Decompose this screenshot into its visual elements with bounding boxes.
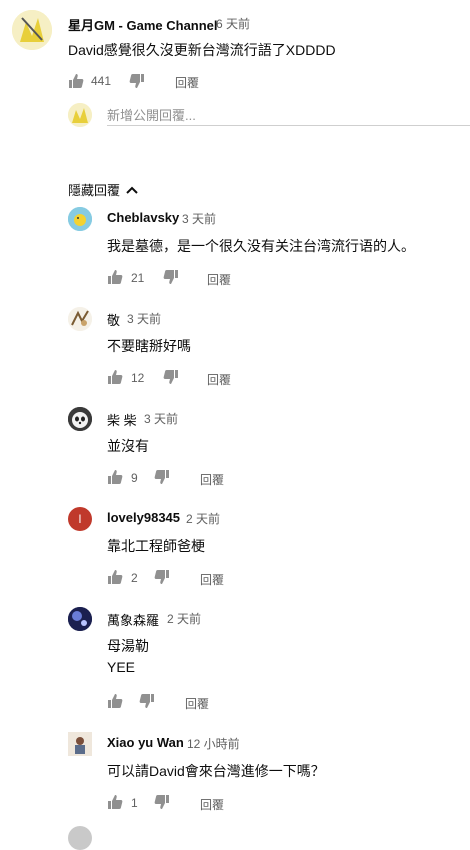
current-user-avatar (68, 103, 92, 127)
reply-like-count: 12 (131, 371, 145, 385)
main-like-count: 441 (91, 74, 112, 88)
reply-avatar[interactable] (68, 307, 92, 331)
reply-input[interactable]: 新增公開回覆... (107, 103, 470, 126)
thumbs-down-icon[interactable] (163, 369, 179, 385)
reply-button[interactable]: 回覆 (185, 695, 209, 712)
reply-button[interactable]: 回覆 (207, 371, 231, 388)
main-reply-button[interactable]: 回覆 (175, 74, 199, 91)
reply-avatar[interactable] (68, 732, 92, 756)
avatar-letter: l (78, 512, 82, 526)
main-comment-avatar[interactable] (12, 10, 52, 50)
reply-text-line2: YEE (107, 659, 136, 675)
reply-time[interactable]: 2 天前 (167, 610, 201, 627)
reply-time[interactable]: 2 天前 (186, 510, 220, 527)
reply-time[interactable]: 12 小時前 (187, 735, 240, 752)
duck-avatar-icon (68, 207, 92, 231)
reply-like-count: 2 (131, 571, 138, 585)
thumbs-down-icon[interactable] (163, 269, 179, 285)
reply-avatar[interactable]: l (68, 507, 92, 531)
reply-time[interactable]: 3 天前 (182, 210, 216, 227)
main-comment-time[interactable]: 6 天前 (216, 15, 250, 32)
main-comment-author[interactable]: 星月GM - Game Channel (68, 15, 218, 34)
reply-author[interactable]: Cheblavsky (107, 210, 179, 225)
reply-like-count: 1 (131, 796, 138, 810)
thumbs-down-icon[interactable] (154, 469, 170, 485)
reply-text: 我是墓德，是一个很久没有关注台湾流行语的人。 (107, 238, 415, 254)
reply-button[interactable]: 回覆 (200, 571, 224, 588)
reply-avatar[interactable] (68, 207, 92, 231)
thumbs-down-icon[interactable] (139, 693, 155, 709)
reply-text: 靠北工程師爸梗 (107, 538, 205, 554)
cartoon-avatar-icon (68, 103, 92, 127)
reply-avatar[interactable] (68, 407, 92, 431)
reply-input-placeholder: 新增公開回覆... (107, 108, 196, 123)
reply-like-count: 9 (131, 471, 138, 485)
reply-button[interactable]: 回覆 (200, 796, 224, 813)
thumbs-up-icon[interactable] (68, 73, 84, 89)
reply-author[interactable]: 柴 柴 (107, 410, 137, 429)
hide-replies-button[interactable]: 隱藏回覆 (68, 180, 138, 199)
thumbs-down-icon[interactable] (154, 794, 170, 810)
panda-avatar-icon (68, 407, 92, 431)
thumbs-up-icon[interactable] (107, 693, 123, 709)
thumbs-up-icon[interactable] (107, 269, 123, 285)
reply-like-count: 21 (131, 271, 145, 285)
reply-avatar-partial[interactable] (68, 826, 92, 850)
reply-author[interactable]: 萬象森羅 (107, 610, 159, 629)
reply-author[interactable]: lovely98345 (107, 510, 180, 525)
chevron-up-icon (126, 186, 138, 194)
reply-time[interactable]: 3 天前 (127, 310, 161, 327)
thumbs-up-icon[interactable] (107, 469, 123, 485)
reply-time[interactable]: 3 天前 (144, 410, 178, 427)
galaxy-avatar-icon (68, 607, 92, 631)
reply-author[interactable]: 敬 (107, 310, 120, 329)
main-comment-text: David感覺很久沒更新台灣流行語了XDDDD (68, 42, 336, 58)
hide-replies-label: 隱藏回覆 (68, 183, 121, 198)
reply-avatar[interactable] (68, 607, 92, 631)
thumbs-down-icon[interactable] (154, 569, 170, 585)
thumbs-down-icon[interactable] (129, 73, 145, 89)
reply-button[interactable]: 回覆 (200, 471, 224, 488)
thumbs-up-icon[interactable] (107, 569, 123, 585)
reply-text: 不要瞎掰好嗎 (107, 338, 191, 354)
reply-text: 並沒有 (107, 438, 149, 454)
reply-button[interactable]: 回覆 (207, 271, 231, 288)
reply-author[interactable]: Xiao yu Wan (107, 735, 184, 750)
reply-text: 可以請David會來台灣進修一下嗎？ (107, 763, 325, 779)
thumbs-up-icon[interactable] (107, 369, 123, 385)
thumbs-up-icon[interactable] (107, 794, 123, 810)
reply-text: 母湯勒 (107, 638, 149, 654)
photo-avatar-icon (68, 732, 92, 756)
sketch-avatar-icon (68, 307, 92, 331)
cartoon-avatar-icon (12, 10, 52, 50)
